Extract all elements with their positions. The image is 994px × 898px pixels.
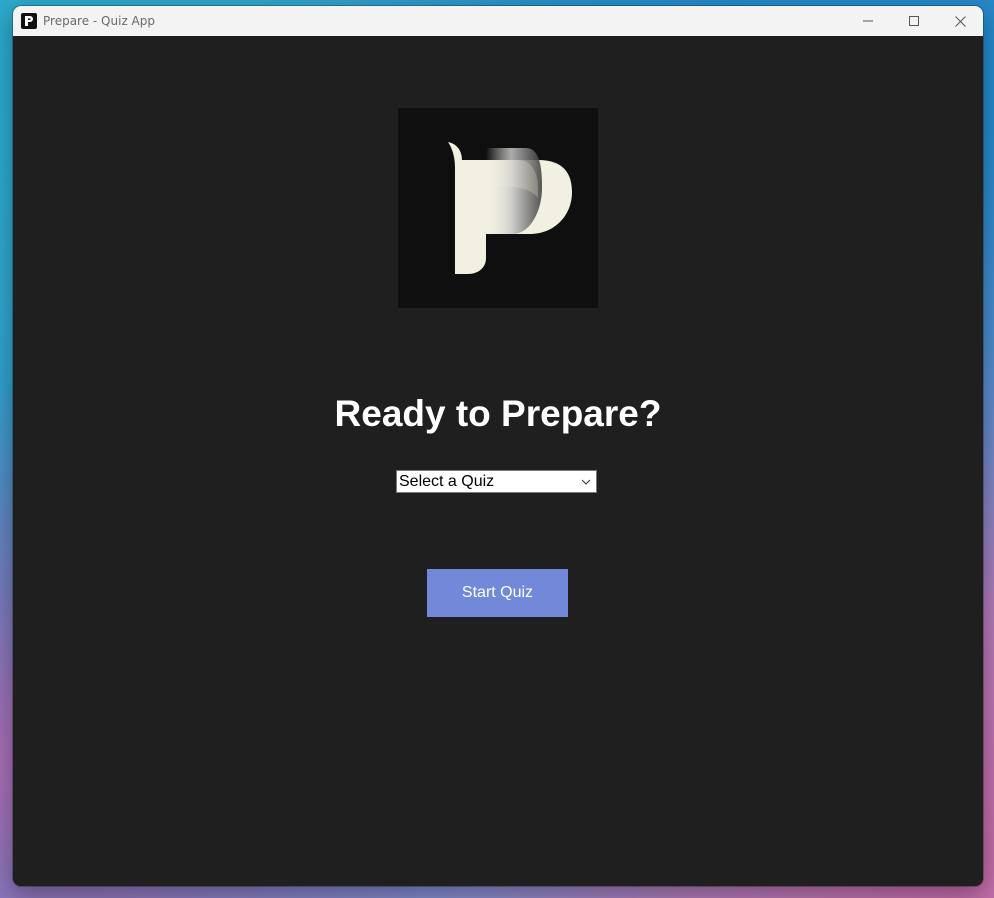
title-bar: Prepare - Quiz App bbox=[13, 6, 983, 36]
window-title: Prepare - Quiz App bbox=[43, 14, 156, 28]
quiz-select-value: Select a Quiz bbox=[399, 472, 495, 490]
minimize-icon bbox=[863, 20, 873, 22]
page-heading: Ready to Prepare? bbox=[334, 393, 662, 434]
window-controls bbox=[845, 6, 983, 36]
close-button[interactable] bbox=[937, 6, 983, 36]
prepare-p-logo-icon bbox=[448, 142, 572, 274]
chevron-down-icon bbox=[579, 475, 593, 489]
close-icon bbox=[954, 15, 966, 27]
maximize-icon bbox=[909, 16, 919, 26]
quiz-select-dropdown[interactable]: Select a Quiz bbox=[396, 470, 597, 493]
main-content: Ready to Prepare? Select a Quiz Start Qu… bbox=[13, 36, 983, 886]
start-quiz-button[interactable]: Start Quiz bbox=[427, 569, 568, 617]
maximize-button[interactable] bbox=[891, 6, 937, 36]
app-window: Prepare - Quiz App Ready to Prepare? Sel… bbox=[13, 6, 983, 886]
prepare-logo bbox=[398, 108, 598, 308]
minimize-button[interactable] bbox=[845, 6, 891, 36]
app-logo-icon bbox=[21, 13, 37, 29]
